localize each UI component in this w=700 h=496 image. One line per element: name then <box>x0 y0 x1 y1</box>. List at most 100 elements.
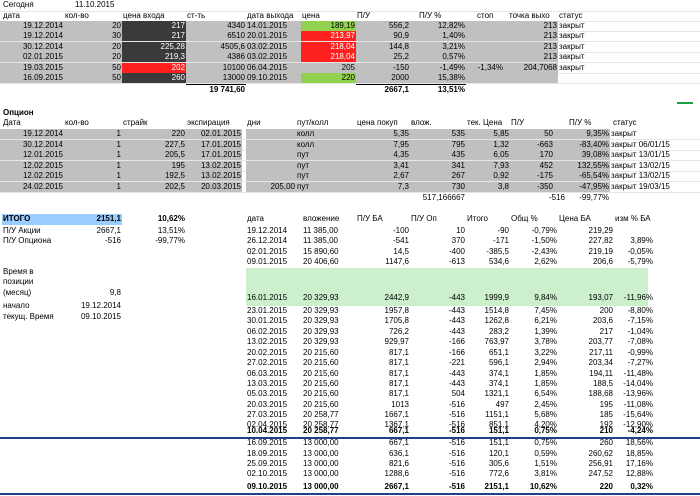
stock-cell[interactable]: 204,7068 <box>504 62 558 73</box>
history-cell[interactable]: 219,19 <box>558 247 614 257</box>
option-cell[interactable] <box>246 129 296 139</box>
history-cell[interactable]: 210 <box>558 426 614 437</box>
history-cell[interactable]: 0,75% <box>510 426 558 437</box>
history-cell[interactable]: 05.03.2015 <box>246 389 302 399</box>
stock-cell[interactable]: 03.02.2015 <box>246 52 301 63</box>
stock-cell[interactable]: 20 <box>64 41 122 52</box>
option-cell[interactable]: 02.01.2015 <box>186 129 242 139</box>
history-cell[interactable]: 534,6 <box>466 257 510 267</box>
history-cell[interactable]: 1999,9 <box>466 293 510 304</box>
history-cell[interactable]: -7,27% <box>614 358 654 368</box>
history-cell[interactable]: -13,96% <box>614 389 654 399</box>
history-cell[interactable]: 2442,9 <box>356 293 410 304</box>
history-cell[interactable]: 651,1 <box>466 348 510 358</box>
opt-col-qty[interactable]: кол-во <box>64 118 120 128</box>
history-cell[interactable]: 27.02.2015 <box>246 358 302 368</box>
stock-cell[interactable]: 20.01.2015 <box>246 31 301 42</box>
opt-col-expiry[interactable]: экспирация <box>186 118 242 128</box>
history-cell[interactable]: 772,6 <box>466 469 510 479</box>
history-cell[interactable]: 02.10.2015 <box>246 469 302 479</box>
history-cell[interactable]: 3,81% <box>510 469 558 479</box>
option-cell[interactable]: 192,5 <box>122 171 186 181</box>
history-cell[interactable]: 220 <box>558 482 614 493</box>
stocks-total-pct[interactable]: 13,51% <box>410 84 466 95</box>
history-cell[interactable]: 20.03.2015 <box>246 400 302 410</box>
history-cell[interactable]: -0,99% <box>614 348 654 358</box>
history-cell[interactable]: 6,21% <box>510 316 558 326</box>
option-cell[interactable]: 227,5 <box>122 139 186 150</box>
history-cell[interactable]: 1013 <box>356 400 410 410</box>
stock-cell[interactable]: 30.12.2014 <box>0 41 64 52</box>
option-cell[interactable]: 195 <box>122 160 186 171</box>
option-cell[interactable]: 7,95 <box>356 139 410 150</box>
history-cell[interactable]: 20 215,60 <box>302 369 356 379</box>
history-cell[interactable]: 1,85% <box>510 369 558 379</box>
history-cell[interactable]: 151,1 <box>466 438 510 448</box>
option-cell[interactable]: 202,5 <box>122 181 186 192</box>
history-cell[interactable]: -613 <box>410 257 466 267</box>
option-cell[interactable]: закрыт 13/01/15 <box>610 150 680 160</box>
stock-cell[interactable]: 13000 <box>186 73 246 83</box>
history-cell[interactable]: 667,1 <box>356 438 410 448</box>
history-cell[interactable]: 227,82 <box>558 236 614 246</box>
history-cell[interactable]: -2,43% <box>510 247 558 257</box>
option-cell[interactable]: колл <box>296 139 356 150</box>
history-cell[interactable]: -166 <box>410 337 466 347</box>
option-cell[interactable]: 4,35 <box>356 150 410 160</box>
history-cell[interactable]: 02.01.2015 <box>246 247 302 257</box>
option-cell[interactable]: 1,32 <box>466 139 510 150</box>
option-cell[interactable]: закрыт 19/03/15 <box>610 182 680 192</box>
history-cell[interactable]: 305,6 <box>466 459 510 469</box>
option-cell[interactable]: пут <box>296 171 356 181</box>
stock-cell[interactable]: 30 <box>64 31 122 42</box>
stock-cell[interactable]: 218,04 <box>301 41 356 52</box>
history-cell[interactable]: 667,1 <box>356 426 410 437</box>
stock-cell[interactable]: 16.09.2015 <box>0 73 64 83</box>
stock-cell[interactable]: закрыт <box>558 52 600 62</box>
stock-cell[interactable]: 4386 <box>186 52 246 63</box>
history-cell[interactable]: 15 890,60 <box>302 247 356 257</box>
option-cell[interactable]: 1 <box>64 139 122 150</box>
history-cell[interactable]: 203,34 <box>558 358 614 368</box>
history-cell[interactable]: 20 258,77 <box>302 426 356 437</box>
option-cell[interactable]: 170 <box>510 150 554 160</box>
history-cell[interactable]: -11,08% <box>614 400 654 410</box>
option-cell[interactable]: 1 <box>64 150 122 160</box>
option-cell[interactable]: пут <box>296 181 356 192</box>
hist-col-invest[interactable]: вложение <box>302 214 356 225</box>
stock-cell[interactable]: 4505,6 <box>186 41 246 52</box>
history-cell[interactable]: 18,56% <box>614 438 654 448</box>
stock-cell[interactable]: 213,97 <box>301 31 356 42</box>
today-label[interactable]: Сегодня <box>2 0 62 11</box>
option-cell[interactable]: 12.02.2015 <box>0 160 64 171</box>
history-cell[interactable]: 20 215,60 <box>302 400 356 410</box>
option-cell[interactable]: пут <box>296 160 356 171</box>
option-cell[interactable]: 13.02.2015 <box>186 171 242 181</box>
history-cell[interactable]: 20 406,60 <box>302 257 356 267</box>
history-cell[interactable]: 374,1 <box>466 379 510 389</box>
col-pl-pct[interactable]: П/У % <box>418 11 458 21</box>
option-cell[interactable]: 132,55% <box>554 160 610 171</box>
history-cell[interactable]: 219,29 <box>558 226 614 236</box>
history-cell[interactable]: 10.04.2015 <box>246 426 302 437</box>
stock-cell[interactable]: 556,2 <box>356 21 410 31</box>
history-cell[interactable]: 14,5 <box>356 247 410 257</box>
option-cell[interactable]: 20.03.2015 <box>186 181 242 192</box>
option-cell[interactable]: 9,35% <box>554 129 610 139</box>
history-cell[interactable]: 497 <box>466 400 510 410</box>
history-cell[interactable]: 7,45% <box>510 306 558 316</box>
opt-col-invest[interactable]: влож. <box>410 118 460 128</box>
option-cell[interactable] <box>246 150 296 160</box>
option-cell[interactable]: 205,00 <box>246 181 296 192</box>
history-cell[interactable]: 817,1 <box>356 358 410 368</box>
history-cell[interactable]: 6,54% <box>510 389 558 399</box>
history-cell[interactable]: 1288,6 <box>356 469 410 479</box>
stock-cell[interactable]: 15,38% <box>410 73 466 83</box>
stock-cell[interactable] <box>466 41 504 52</box>
stock-cell[interactable]: 202 <box>122 62 186 73</box>
stock-cell[interactable]: 25,2 <box>356 52 410 63</box>
stock-cell[interactable]: 03.02.2015 <box>246 41 301 52</box>
history-cell[interactable]: 18.09.2015 <box>246 449 302 459</box>
history-cell[interactable]: 16.09.2015 <box>246 438 302 448</box>
history-cell[interactable]: 1151,1 <box>466 410 510 420</box>
